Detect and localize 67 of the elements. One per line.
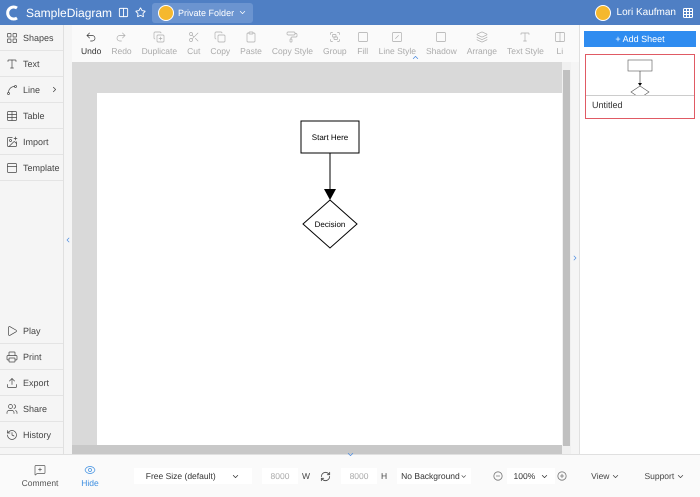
height-unit: H (381, 471, 388, 481)
sidebar-item[interactable]: Line (0, 77, 63, 103)
layout-icon[interactable] (118, 7, 130, 18)
columns-icon (554, 31, 566, 43)
sidebar-item[interactable]: Export (0, 370, 63, 396)
sidebar-item[interactable]: Template (0, 155, 63, 181)
vertical-scrollbar[interactable] (562, 62, 571, 454)
sidebar-item-icon (6, 58, 18, 70)
expand-bottom-icon[interactable] (346, 450, 355, 459)
text-icon (519, 31, 532, 43)
collapse-icon[interactable] (64, 236, 72, 244)
width-unit: W (302, 471, 310, 481)
sidebar-item[interactable]: Shapes (0, 25, 63, 51)
sidebar-item[interactable]: Print (0, 344, 63, 370)
menu-dropdown[interactable]: View (591, 471, 620, 481)
eye-icon (84, 464, 96, 476)
layers-icon (476, 31, 488, 43)
user-avatar[interactable] (594, 4, 611, 20)
decision-node[interactable]: Decision (302, 199, 358, 249)
process-node[interactable]: Start Here (300, 120, 360, 154)
sheet-thumbnail[interactable]: Untitled (585, 54, 695, 119)
swap-icon[interactable] (320, 470, 332, 482)
star-icon[interactable] (135, 7, 146, 18)
sidebar-item-icon (6, 32, 18, 44)
sidebar-item-icon (6, 350, 18, 362)
document-title[interactable]: SampleDiagram (26, 6, 112, 20)
sidebar-item-icon (6, 402, 18, 414)
clipboard-icon (245, 31, 258, 43)
group-icon (328, 31, 341, 43)
app-logo-icon (6, 4, 20, 20)
duplicate-icon (153, 31, 166, 43)
slashed-square-icon (391, 31, 404, 43)
sidebar-item[interactable]: Text (0, 51, 63, 77)
sidebar-item-icon (6, 136, 18, 148)
background-dropdown[interactable]: No Background (397, 468, 472, 484)
connector-arrow[interactable] (324, 152, 336, 200)
zoom-dropdown[interactable]: 100% (507, 468, 556, 484)
square-icon (356, 31, 369, 43)
scissors-icon (188, 31, 200, 43)
sidebar-item-icon (6, 110, 18, 122)
sidebar-item-icon (6, 428, 18, 440)
expand-panel-icon[interactable] (571, 254, 579, 262)
square-icon (435, 31, 448, 43)
page-size-dropdown[interactable]: Free Size (default) (134, 468, 252, 484)
horizontal-scrollbar[interactable] (72, 445, 562, 454)
sidebar-item[interactable]: Play (0, 318, 63, 344)
apps-grid-icon[interactable] (682, 6, 694, 18)
sidebar-item-icon (6, 324, 18, 336)
redo-icon (115, 31, 128, 43)
zoom-out-icon[interactable] (493, 471, 504, 481)
bottom-tool-button[interactable]: Comment (20, 464, 60, 488)
sidebar-item-icon (6, 376, 18, 388)
sidebar-item[interactable]: History (0, 422, 63, 448)
zoom-in-icon[interactable] (557, 471, 568, 481)
comment-icon (34, 464, 46, 476)
copy-icon (214, 31, 226, 43)
sidebar-item-icon (6, 162, 18, 174)
undo-icon (85, 31, 98, 43)
toolbar-button[interactable]: Undo (76, 31, 106, 56)
sidebar-item-icon (6, 84, 18, 96)
sidebar-item[interactable]: Share (0, 396, 63, 422)
user-name[interactable]: Lori Kaufman (616, 7, 676, 18)
paint-roller-icon (286, 31, 298, 43)
chevron-down-icon (238, 8, 248, 17)
menu-dropdown[interactable]: Support (644, 471, 686, 481)
sidebar-item[interactable]: Table (0, 103, 63, 129)
sidebar-item[interactable]: Import (0, 129, 63, 155)
